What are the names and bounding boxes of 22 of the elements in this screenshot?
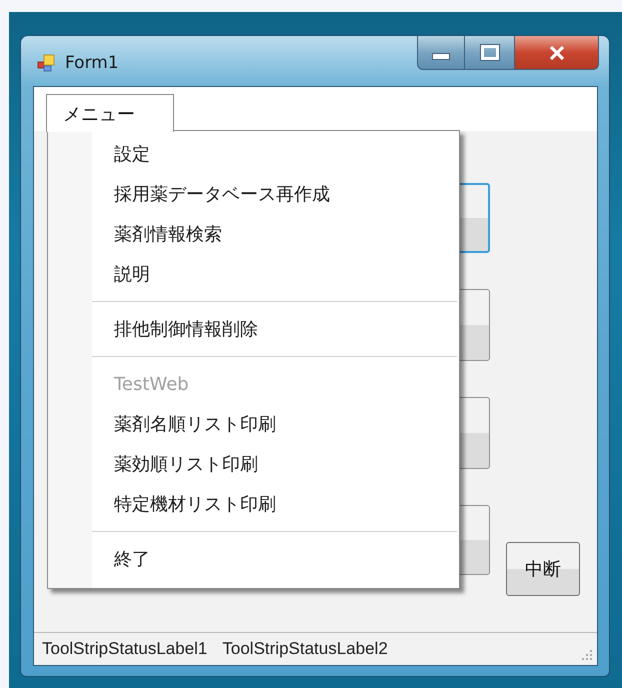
maximize-icon <box>480 45 498 60</box>
status-label: ToolStripStatusLabel2 <box>222 639 388 659</box>
maximize-button[interactable] <box>465 36 515 70</box>
menu-item[interactable]: 終了 <box>48 540 459 580</box>
menu-item[interactable]: 採用薬データベース再作成 <box>48 175 459 215</box>
menu-item[interactable]: 排他制御情報削除 <box>48 310 459 350</box>
minimize-button[interactable] <box>417 36 465 70</box>
menu-item[interactable]: 特定機材リスト印刷 <box>48 485 459 525</box>
menu-item[interactable]: 薬剤情報検索 <box>48 215 459 255</box>
menu-tab[interactable]: メニュー <box>46 94 174 132</box>
app-icon <box>37 53 57 73</box>
window-title: Form1 <box>65 53 119 73</box>
close-icon <box>548 46 566 60</box>
minimize-icon <box>432 53 450 60</box>
close-button[interactable] <box>515 36 599 70</box>
menu-item[interactable]: 薬効順リスト印刷 <box>48 445 459 485</box>
stop-button[interactable]: 中断 <box>506 542 580 596</box>
menu-item[interactable]: 設定 <box>48 135 459 175</box>
menu-item[interactable]: 薬剤名順リスト印刷 <box>48 405 459 445</box>
menu-item[interactable]: 説明 <box>48 255 459 295</box>
status-label: ToolStripStatusLabel1 <box>42 639 208 659</box>
resize-grip-icon <box>581 649 593 661</box>
